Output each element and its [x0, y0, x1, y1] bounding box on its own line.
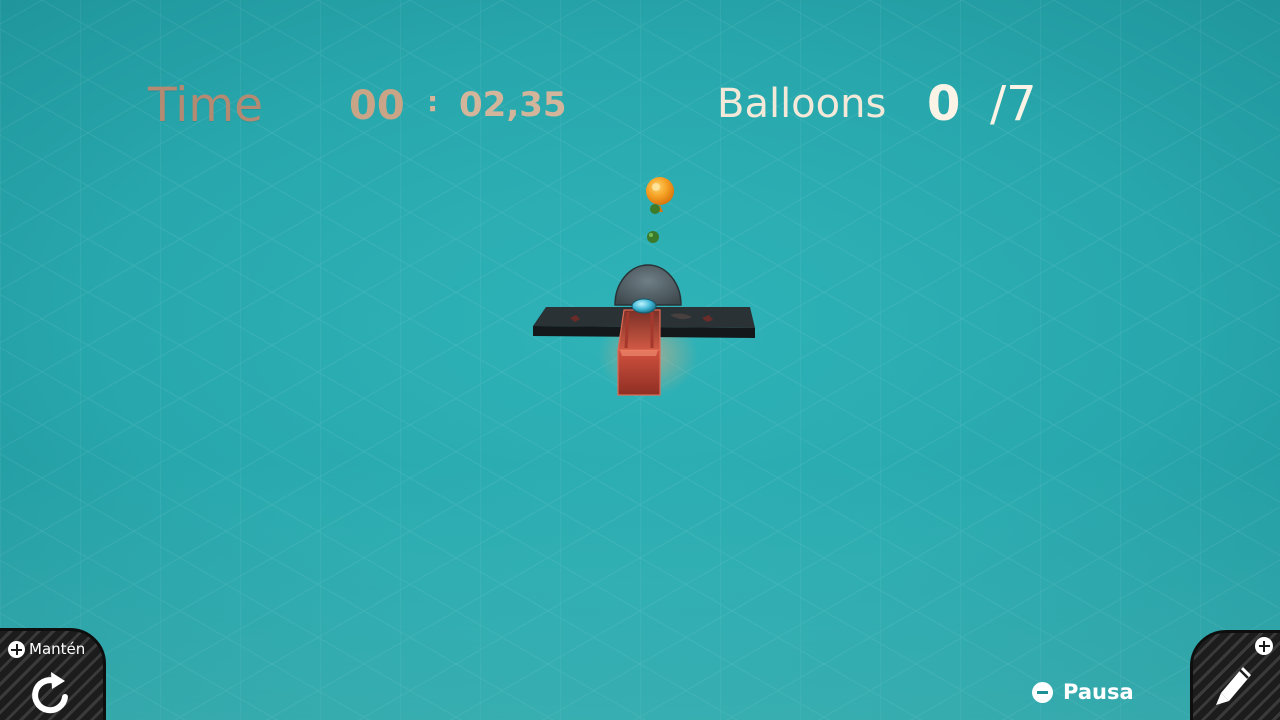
- time-seconds: 02,35: [459, 85, 567, 125]
- game-screen: Time 00 : 02,35 Balloons 0 /7 Mantén Pau…: [0, 0, 1280, 720]
- plus-button-icon: [8, 641, 25, 658]
- restart-icon: [32, 672, 68, 714]
- edit-button[interactable]: [1190, 630, 1280, 720]
- balloons-total: /7: [990, 76, 1037, 132]
- time-label: Time: [148, 78, 264, 133]
- pencil-icon: [1216, 667, 1251, 705]
- balloons-count: 0: [927, 76, 961, 132]
- game-scene: [533, 177, 755, 397]
- pause-button[interactable]: Pausa: [1032, 679, 1134, 705]
- minus-button-icon: [1032, 681, 1053, 703]
- pause-label: Pausa: [1063, 680, 1134, 704]
- ramp: [617, 309, 661, 396]
- balloons-label: Balloons: [717, 81, 887, 127]
- time-separator: :: [427, 85, 439, 118]
- hold-restart-button[interactable]: Mantén: [0, 628, 106, 720]
- hold-label: Mantén: [29, 640, 86, 658]
- plus-button-icon: [1255, 637, 1273, 655]
- time-minutes: 00: [349, 83, 405, 129]
- marble-ball: [631, 298, 657, 314]
- balloon: [646, 177, 674, 243]
